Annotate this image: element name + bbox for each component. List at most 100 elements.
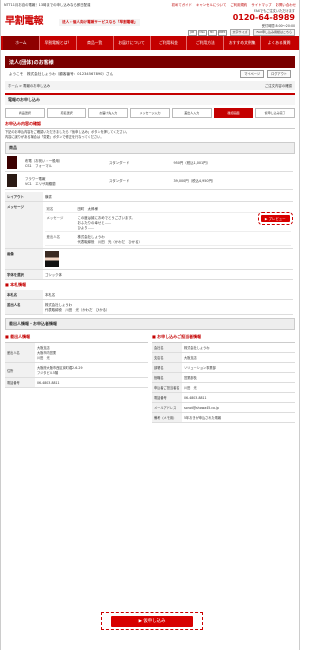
address-label: 住所 xyxy=(5,362,35,379)
link-contact[interactable]: お問い合わせ xyxy=(276,2,296,7)
nav-pricing[interactable]: ご利用料金 xyxy=(151,36,188,50)
honfuda-name-value: 本札名 xyxy=(43,290,293,301)
applicant-info-title-text: お申し込みご担当者情報 xyxy=(157,334,202,340)
product-type: スタンダード xyxy=(107,154,172,173)
link-terms[interactable]: ご利用規約 xyxy=(230,2,247,7)
honfuda-name-label: 本札名 xyxy=(5,290,43,301)
mypage-button[interactable]: マイページ xyxy=(240,70,265,78)
breadcrumb-path[interactable]: ホーム > 電報のお申し込み xyxy=(8,83,50,88)
preview-label: プレビュー xyxy=(268,216,286,221)
applicant-info-title: ■ お申し込みご担当者情報 xyxy=(152,332,295,344)
link-guide[interactable]: 初めてガイド xyxy=(172,2,192,7)
provisional-apply-button[interactable]: ▶ 仮申し込み xyxy=(111,615,193,627)
link-sitemap[interactable]: サイトマップ xyxy=(251,2,271,7)
step-5: 差出人入力 xyxy=(171,108,212,118)
recipient-label: 宛名 xyxy=(45,204,76,214)
sender-name-value: 大阪支店 大阪市内営業 川田 光 xyxy=(35,343,148,364)
topbar-links: 初めてガイド キャンセルについて ご利用規約 サイトマップ お問い合わせ xyxy=(172,2,296,7)
contacts-header: 差出人情報・お申込者情報 xyxy=(5,318,295,331)
product-name: フラワー電報 VC1 エリザ胡蝶蘭 xyxy=(23,171,107,191)
memo-value: 5年おきが申込された電報 xyxy=(182,412,295,424)
honfuda-table: 本札名 本札名 差出人名 株式会社しょうわ 代表取締役 川田 光（かわだ ひかる… xyxy=(5,290,293,316)
message-label: メッセージ xyxy=(5,201,43,250)
submit-label: 仮申し込み xyxy=(143,619,166,624)
topbar: NTT11月お自の電報！13時までの申し込みなら即日配達 初めてガイド キャンセ… xyxy=(1,0,299,8)
contact-person-label: 申込者ご担当者名 xyxy=(152,382,182,394)
submit-area: ▶ 仮申し込み xyxy=(101,612,203,630)
honfuda-sender-value: 株式会社しょうわ 代表取締役 川田 光（かわだ ひかる） xyxy=(43,299,293,316)
branch-value: 大阪支店 xyxy=(182,352,295,364)
layout-value: 横書 xyxy=(43,192,293,203)
step-2: 宛名選択 xyxy=(46,108,87,118)
sender-phone-value: 06-4803-8811 xyxy=(35,377,148,389)
jcb-icon: JCB xyxy=(187,29,197,36)
sender-label: 差出人名 xyxy=(45,231,76,247)
page: NTT11月お自の電報！13時までの申し込みなら即日配達 初めてガイド キャンセ… xyxy=(0,0,300,650)
topbar-notice: NTT11月お自の電報！13時までの申し込みなら即日配達 xyxy=(4,2,91,7)
photo-label: 画像 xyxy=(5,248,43,271)
sender-phone-label: 電話番号 xyxy=(5,377,35,389)
dept-label: 部署名 xyxy=(152,362,182,374)
step-1: 商品選択 xyxy=(5,108,45,118)
address-value: 大阪府大阪市西区京町堀2-6-29 フジタビル5階 xyxy=(35,362,148,379)
nav-examples[interactable]: おすすめ文例集 xyxy=(224,36,262,50)
contact-person-value: 川田 光 xyxy=(182,382,295,394)
greeting-text: ようこそ 株式会社しょうわ（顧客番号：01234567890）さん xyxy=(9,71,114,76)
applicant-phone-value: 06-4803-8811 xyxy=(182,392,295,404)
nav-home[interactable]: ホーム xyxy=(3,36,40,50)
product-price: 39,000円（税込4,950円） xyxy=(171,171,293,191)
site-logo[interactable]: 早割電報 xyxy=(5,15,53,29)
main-nav: ホーム 早割電報とは？ 商品一覧 お届けについて ご利用料金 ご利用方法 おすす… xyxy=(1,36,299,50)
message-inner-table: 宛名 田町 太郎様 メッセージ この度は誠におめでとうございます。 おふたりの幸… xyxy=(45,204,293,247)
step-7: 仮申し込み完了 xyxy=(255,108,296,118)
applicant-phone-label: 電話番号 xyxy=(152,392,182,404)
step-indicator: 商品選択 宛名選択 お届け先入力 メッセージ入力 差出人入力 確認画面 仮申し込… xyxy=(5,108,296,118)
product-row: 布電（お祝い・一般用） CS1 フォーマル スタンダード 950円（税込1,00… xyxy=(5,154,293,173)
logout-button[interactable]: ログアウト xyxy=(267,70,291,78)
header-right: FAXでもご注文いただけます 0120-64-8989 受付時間 8:00〜20… xyxy=(187,8,295,36)
product-thumbnail xyxy=(7,156,17,170)
sender-info-column: ■ 差出人情報 差出人名 大阪支店 大阪市内営業 川田 光 住所 大阪府大阪市西区京… xyxy=(5,332,148,423)
product-row: フラワー電報 VC1 エリザ胡蝶蘭 スタンダード 39,000円（税込4,950… xyxy=(5,171,293,191)
applicant-info-table: 会社名 株式会社しょうわ 支店名 大阪支店 部署名 ソリューション事業部 役職名 営業部… xyxy=(152,343,295,424)
order-section-title: 電報のお申し込み xyxy=(5,93,295,105)
link-cancel[interactable]: キャンセルについて xyxy=(196,2,226,7)
sender-name-label: 差出人名 xyxy=(5,343,35,364)
company-value: 株式会社しょうわ xyxy=(182,343,295,354)
tagline: 法人・個人向け電報サービスなら「早割電報」 xyxy=(59,18,141,26)
nav-delivery[interactable]: お届けについて xyxy=(114,36,151,50)
step-6-current: 確認画面 xyxy=(213,108,254,118)
email-value: sonot@showa45.co.jp xyxy=(182,402,295,414)
layout-label: レイアウト xyxy=(5,192,43,203)
confirm-note: 下記のお申込内容をご確認いただきましたら「仮申し込み」ボタンを押してください。 … xyxy=(5,130,130,139)
nav-about[interactable]: 早割電報とは？ xyxy=(40,36,77,50)
visa-icon: VISA xyxy=(197,29,207,36)
user-line: ようこそ 株式会社しょうわ（顧客番号：01234567890）さん マイページ … xyxy=(5,68,295,80)
preview-button[interactable]: ▶ プレビュー xyxy=(257,211,293,225)
font-size-button[interactable]: 文字サイズ xyxy=(229,29,251,36)
position-label: 役職名 xyxy=(152,372,182,384)
honfuda-title-text: 本札情報 xyxy=(10,282,27,288)
branch-label: 支店名 xyxy=(152,352,182,364)
sender-info-title-text: 差出人情報 xyxy=(10,334,31,340)
font-value: ゴシック体 xyxy=(43,269,293,281)
memo-label: 備考（メモ用） xyxy=(152,412,182,424)
photo-thumbnail xyxy=(45,251,59,268)
product-name: 布電（お祝い・一般用） CS1 フォーマル xyxy=(23,154,107,173)
step-4: メッセージ入力 xyxy=(130,108,170,118)
phone-number[interactable]: 0120-64-8989 xyxy=(233,14,295,22)
nav-faq[interactable]: よくある質問 xyxy=(261,36,297,50)
order-check-link[interactable]: ご注文内容の確認 xyxy=(265,83,292,88)
font-label: 字体を選択 xyxy=(5,269,43,281)
contacts-columns: ■ 差出人情報 差出人名 大阪支店 大阪市内営業 川田 光 住所 大阪府大阪市西区京… xyxy=(5,332,295,424)
company-label: 会社名 xyxy=(152,343,182,354)
nav-products[interactable]: 商品一覧 xyxy=(77,36,114,50)
sender-info-table: 差出人名 大阪支店 大阪市内営業 川田 光 住所 大阪府大阪市西区京町堀2-6-29… xyxy=(5,343,148,389)
card-logos: JCB VISA MC AMEX xyxy=(187,29,227,36)
dept-value: ソリューション事業部 xyxy=(182,362,295,374)
email-label: メールアドレス xyxy=(152,402,182,414)
applicant-info-column: ■ お申し込みご担当者情報 会社名 株式会社しょうわ 支店名 大阪支店 部署名 ソリュ… xyxy=(152,332,295,424)
fax-form-button[interactable]: FAX申し込み用紙はこちら xyxy=(253,29,295,36)
nav-howto[interactable]: ご利用方法 xyxy=(187,36,225,50)
product-price: 950円（税込1,001円） xyxy=(171,154,293,173)
